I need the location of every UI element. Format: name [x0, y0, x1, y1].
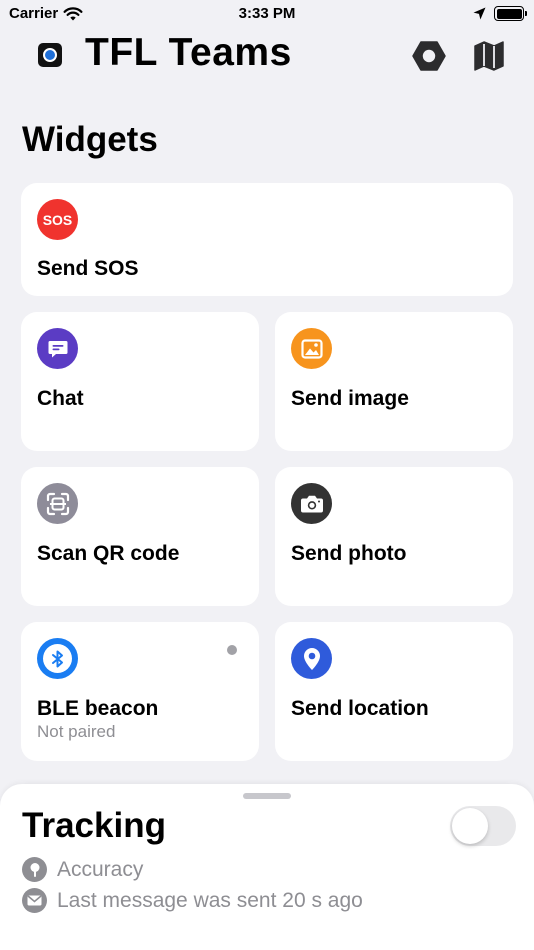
envelope-icon — [22, 888, 47, 913]
ble-beacon-card[interactable]: BLE beacon Not paired — [21, 622, 259, 761]
ble-beacon-status: Not paired — [37, 722, 116, 741]
accuracy-row: Accuracy — [22, 857, 143, 882]
send-photo-label: Send photo — [291, 542, 407, 565]
chat-label: Chat — [37, 387, 84, 410]
tracking-sheet: Tracking Accuracy Last message was sent … — [0, 784, 534, 950]
send-image-label: Send image — [291, 387, 409, 410]
accuracy-label: Accuracy — [57, 857, 144, 881]
sheet-grabber[interactable] — [243, 793, 291, 799]
scan-qr-label: Scan QR code — [37, 542, 180, 565]
accuracy-pin-icon — [22, 857, 47, 882]
last-message-text: Last message was sent 20 s ago — [57, 888, 363, 912]
app-logo-icon — [38, 43, 62, 67]
send-location-label: Send location — [291, 697, 429, 720]
sos-icon: SOS — [37, 199, 78, 240]
ble-beacon-label: BLE beacon — [37, 697, 159, 720]
toggle-knob — [452, 808, 488, 844]
send-sos-card[interactable]: SOS Send SOS — [21, 183, 513, 296]
location-arrow-icon — [473, 7, 486, 20]
bluetooth-icon — [37, 638, 78, 679]
camera-icon — [291, 483, 332, 524]
location-pin-icon — [291, 638, 332, 679]
status-time: 3:33 PM — [238, 5, 296, 22]
send-image-card[interactable]: Send image — [275, 312, 513, 451]
send-sos-label: Send SOS — [37, 257, 139, 280]
app-header: TFL Teams — [0, 30, 534, 78]
last-message-row: Last message was sent 20 s ago — [22, 888, 363, 913]
send-location-card[interactable]: Send location — [275, 622, 513, 761]
status-right — [473, 6, 527, 21]
send-photo-card[interactable]: Send photo — [275, 467, 513, 606]
tracking-title: Tracking — [22, 806, 166, 845]
map-icon — [474, 41, 504, 71]
hexagon-settings-icon — [412, 41, 446, 71]
sos-icon-text: SOS — [42, 211, 73, 228]
scan-qr-card[interactable]: Scan QR code — [21, 467, 259, 606]
widgets-title: Widgets — [22, 120, 158, 159]
ble-status-dot — [227, 645, 237, 655]
app-screen: Carrier 3:33 PM TFL Teams Widgets SOS Se… — [0, 0, 534, 950]
battery-icon — [494, 6, 527, 21]
tracking-toggle[interactable] — [450, 806, 516, 846]
image-icon — [291, 328, 332, 369]
chat-bubble-icon — [37, 328, 78, 369]
qr-scan-icon — [37, 483, 78, 524]
settings-button[interactable] — [411, 38, 447, 74]
chat-card[interactable]: Chat — [21, 312, 259, 451]
app-title: TFL Teams — [85, 31, 292, 74]
status-bar: Carrier 3:33 PM — [0, 0, 534, 28]
map-button[interactable] — [471, 38, 507, 74]
